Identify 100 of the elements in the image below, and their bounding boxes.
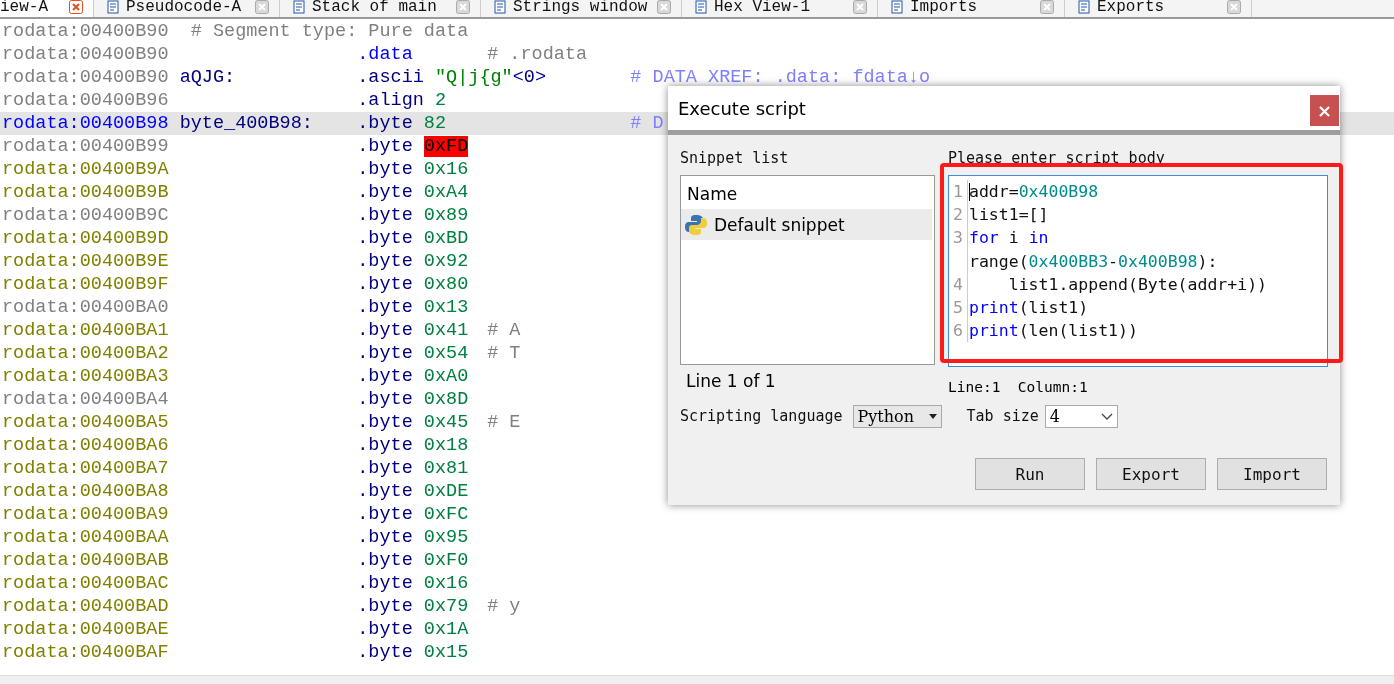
directive: .byte [357,113,413,134]
address: rodata:00400BAF [2,641,170,664]
directive: .byte [357,458,413,479]
directive: .byte [357,389,413,410]
close-icon[interactable] [255,0,269,14]
close-icon[interactable] [456,0,470,14]
directive: .byte [357,159,413,180]
line-number: 6 [953,321,963,341]
address: rodata:00400BAE [2,618,170,641]
operand: 0xFC [423,504,469,525]
address: rodata:00400B9D [2,227,170,250]
address: rodata:00400BA5 [2,411,170,434]
line-number: 1 [953,182,963,201]
directive: .byte [357,182,413,203]
comment: # DATA XREF: .data: fdata↓o [630,66,931,89]
address: rodata:00400B90 [2,66,170,89]
address: rodata:00400B9F [2,273,170,296]
tab[interactable]: iew-A [0,0,94,17]
operand: 0x13 [423,297,469,318]
address: rodata:00400B90 [2,20,170,43]
operand: 0x81 [423,458,469,479]
operand: 0x16 [423,573,469,594]
close-icon[interactable] [1227,0,1241,14]
dialog-title: Execute script [678,97,806,119]
directive: .byte [357,596,413,617]
code-line: list1.append(Byte(addr+i)) [1007,273,1267,296]
operand: 0xA0 [423,366,469,387]
close-icon[interactable] [657,0,671,14]
snippet-list-label: Snippet list [680,149,790,169]
dialog-button[interactable]: Export [1096,458,1206,490]
comment: # D [630,112,664,135]
tab[interactable]: Pseudocode-A [94,0,280,17]
directive: .byte [357,297,413,318]
address: rodata:00400B9C [2,204,170,227]
operand: 0x41 [423,320,469,341]
directive: .ascii [357,67,424,88]
directive: .data [357,44,413,65]
tab[interactable]: Strings window [481,0,682,17]
code-line: list1=[] [969,204,1049,227]
close-icon[interactable] [69,0,83,14]
directive: .byte [357,274,413,295]
dialog-button[interactable]: Run [975,458,1085,490]
comment: # y [487,595,521,618]
directive: .byte [357,228,413,249]
address: rodata:00400BAD [2,595,170,618]
operand: 2 [434,90,447,111]
address: rodata:00400BA3 [2,365,170,388]
operand: 82 [423,113,447,134]
tab-size-dropdown[interactable]: 4 [1044,405,1118,428]
address: rodata:00400B9B [2,181,170,204]
directive: .byte [357,251,413,272]
tab[interactable]: Exports [1065,0,1252,17]
address: rodata:00400B90 [2,43,170,66]
comment: # Segment type: Pure data [190,20,469,43]
operand: 0x92 [423,251,469,272]
operand: 0x8D [423,389,469,410]
address: rodata:00400BA0 [2,296,170,319]
label: aQJG: [179,67,236,88]
language-dropdown[interactable]: Python [852,405,942,428]
directive: .byte [357,642,413,663]
operand: 0x1A [423,619,469,640]
tab[interactable]: Stack of main [280,0,481,17]
line-number: 3 [953,228,963,248]
caret-icon [928,414,937,419]
operand: 0x15 [423,642,469,663]
operand: 0x16 [423,159,469,180]
operand: 0x18 [423,435,469,456]
tab[interactable]: Imports [878,0,1065,17]
address: rodata:00400BAC [2,572,170,595]
operand: 0xBD [423,228,469,249]
operand: 0xDE [423,481,469,502]
address: rodata:00400B99 [2,135,170,158]
code-line: addr=0x400B98 [969,181,1099,203]
snippet-item[interactable]: Default snippet [681,209,932,240]
close-icon[interactable] [853,0,867,14]
cursor-position: Line:1 Column:1 [948,379,1089,395]
dialog-button[interactable]: Import [1217,458,1327,490]
directive: .byte [357,136,413,157]
code-editor[interactable]: 1 addr=0x400B98 2 list1=[] 3 for i in range(0x400BB3-0x400B98): 4 list1.append(Byte(addr+i)) 5 print(list1) 6 print(len(list1)) [948,175,1328,367]
directive: .byte [357,527,413,548]
directive: .byte [357,320,413,341]
chevron-icon [1100,413,1113,420]
address: rodata:00400BAB [2,549,170,572]
operand: 0x79 [423,596,469,617]
address: rodata:00400B9A [2,158,170,181]
directive: .byte [357,412,413,433]
address: rodata:00400BA9 [2,503,170,526]
directive: .byte [357,573,413,594]
line-number: 4 [953,274,963,294]
tab[interactable]: Hex View-1 [682,0,878,17]
operand: 0x80 [423,274,469,295]
operand: 0x45 [423,412,469,433]
code-line: print(len(list1)) [969,320,1138,343]
operand: 0xA4 [423,182,469,203]
close-icon[interactable] [1040,0,1054,14]
close-button[interactable]: × [1310,94,1339,126]
directive: .byte [357,619,413,640]
comment: # A [487,319,521,342]
snake-icon [684,212,708,237]
language-label: Scripting language [680,406,843,427]
